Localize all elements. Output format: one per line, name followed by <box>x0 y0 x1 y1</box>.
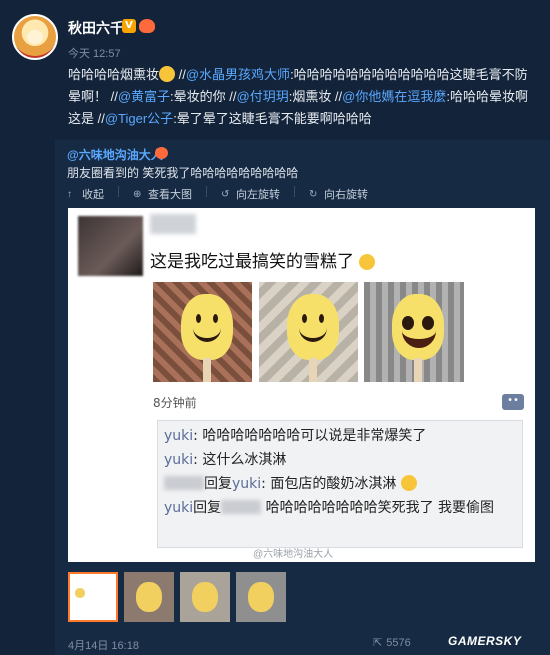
ice-cream-photo <box>153 282 252 382</box>
rotate-right-button[interactable]: ↻ 向右旋转 <box>309 186 368 202</box>
moment-time: 8分钟前 <box>153 396 197 410</box>
eye <box>422 316 434 330</box>
popsicle-stick <box>414 358 422 382</box>
collapse-icon: ↑ <box>67 188 72 200</box>
melted-popsicle <box>392 294 444 360</box>
watermark: @六味地沟油大人 <box>253 549 334 560</box>
mouth <box>299 328 327 342</box>
eye <box>196 314 201 323</box>
ice-cream-photo <box>364 282 464 382</box>
thumbnail-strip <box>68 572 286 622</box>
rotate-left-icon: ↺ <box>221 188 230 200</box>
post-text: 哈哈哈哈烟熏妆 //@水晶男孩鸡大师:哈哈哈哈哈哈哈哈哈哈哈哈这睫毛膏不防晕啊！… <box>68 66 528 126</box>
thumbnail-3[interactable] <box>180 572 230 622</box>
repost-text: 朋友圈看到的 笑死我了哈哈哈哈哈哈哈哈哈 <box>67 166 299 180</box>
comment: yuki: 哈哈哈哈哈哈哈可以说是非常爆笑了 <box>164 428 427 444</box>
laugh-emoji-icon <box>159 66 176 82</box>
crown-icon <box>139 19 155 33</box>
smiley-popsicle <box>287 294 339 360</box>
thumbnail-4[interactable] <box>236 572 286 622</box>
mention-link[interactable]: @你他媽在逗我麼 <box>342 89 446 104</box>
divider <box>118 186 119 197</box>
mention-link[interactable]: @付玥玥 <box>237 89 289 104</box>
thumbnail-1[interactable] <box>68 572 118 622</box>
mouth <box>402 330 436 348</box>
mention-link[interactable]: @Tiger公子 <box>105 111 173 126</box>
mention-link[interactable]: @水晶男孩鸡大师 <box>186 67 290 82</box>
blurred-avatar <box>78 216 143 276</box>
comment-icon: •• <box>502 394 524 410</box>
comment: yuki: 这什么冰淇淋 <box>164 452 287 468</box>
verified-icon: V <box>122 19 136 33</box>
popsicle-stick <box>203 358 211 382</box>
blurred-name <box>150 214 196 234</box>
blurred-name <box>221 500 262 514</box>
eye <box>302 314 307 323</box>
comment: 回复yuki: 面包店的酸奶冰淇淋 <box>164 472 516 496</box>
thumbnail-content <box>75 588 85 598</box>
author-avatar[interactable] <box>12 14 58 60</box>
repost-card: @六味地沟油大人 朋友圈看到的 笑死我了哈哈哈哈哈哈哈哈哈 ↑ 收起 ⊕ 查看大图 … <box>55 140 550 655</box>
smiley-popsicle <box>181 294 233 360</box>
weibo-post: 秋田六千 V 今天 12:57 哈哈哈哈烟熏妆 //@水晶男孩鸡大师:哈哈哈哈哈… <box>0 0 550 655</box>
brand-logo: GAMERSKY <box>448 634 522 648</box>
rotate-right-icon: ↻ <box>309 188 318 200</box>
view-large-button[interactable]: ⊕ 查看大图 <box>133 186 192 202</box>
magnifier-icon: ⊕ <box>133 188 142 200</box>
blurred-name <box>164 476 204 490</box>
rotate-left-button[interactable]: ↺ 向左旋转 <box>221 186 280 202</box>
laugh-emoji-icon <box>359 254 376 270</box>
mouth <box>193 328 221 342</box>
avatar-face <box>27 30 43 44</box>
divider <box>206 186 207 197</box>
divider <box>294 186 295 197</box>
thumbnail-content <box>248 582 274 612</box>
popsicle-stick <box>309 358 317 382</box>
eye <box>319 314 324 323</box>
comments-panel: yuki: 哈哈哈哈哈哈哈可以说是非常爆笑了 yuki: 这什么冰淇淋 回复yu… <box>157 420 523 548</box>
thumbnail-content <box>192 582 218 612</box>
thumbnail-content <box>136 582 162 612</box>
author-name[interactable]: 秋田六千 <box>68 18 124 38</box>
crown-icon <box>155 147 168 159</box>
post-time[interactable]: 今天 12:57 <box>68 45 121 61</box>
expanded-image[interactable]: 这是我吃过最搞笑的雪糕了 8分钟前 •• yuki: 哈哈哈哈哈哈哈可以说是非常… <box>68 208 535 562</box>
thumbnail-2[interactable] <box>124 572 174 622</box>
eye <box>213 314 218 323</box>
ice-cream-photo <box>259 282 358 382</box>
repost-author[interactable]: @六味地沟油大人 <box>67 146 163 163</box>
eye <box>402 316 414 330</box>
repost-date[interactable]: 4月14日 16:18 <box>68 637 139 653</box>
share-icon: ⇱ <box>373 637 383 649</box>
image-toolbar: ↑ 收起 ⊕ 查看大图 ↺ 向左旋转 ↻ 向右旋转 <box>67 186 368 202</box>
mention-link[interactable]: @黄富子 <box>118 89 170 104</box>
image-caption: 这是我吃过最搞笑的雪糕了 <box>150 247 376 272</box>
comment: yuki回复 哈哈哈哈哈哈哈哈笑死我了 我要偷图 <box>164 500 495 516</box>
share-button[interactable]: ⇱ 5576 <box>373 636 411 650</box>
collapse-button[interactable]: ↑ 收起 <box>67 186 104 202</box>
laugh-emoji-icon <box>400 475 417 491</box>
